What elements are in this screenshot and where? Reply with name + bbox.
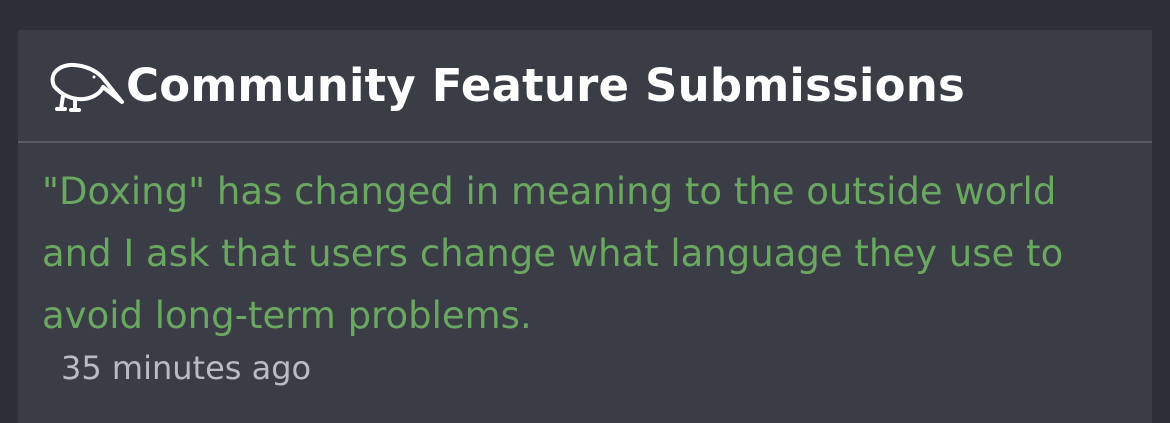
community-feature-submissions-card: Community Feature Submissions "Doxing" h…	[18, 30, 1152, 423]
submission-timestamp: 35 minutes ago	[61, 349, 312, 387]
card-header: Community Feature Submissions	[18, 30, 1152, 143]
feature-submission-link[interactable]: "Doxing" has changed in meaning to the o…	[42, 161, 1122, 347]
card-title: Community Feature Submissions	[126, 59, 965, 112]
kiwi-bird-icon	[50, 62, 124, 112]
